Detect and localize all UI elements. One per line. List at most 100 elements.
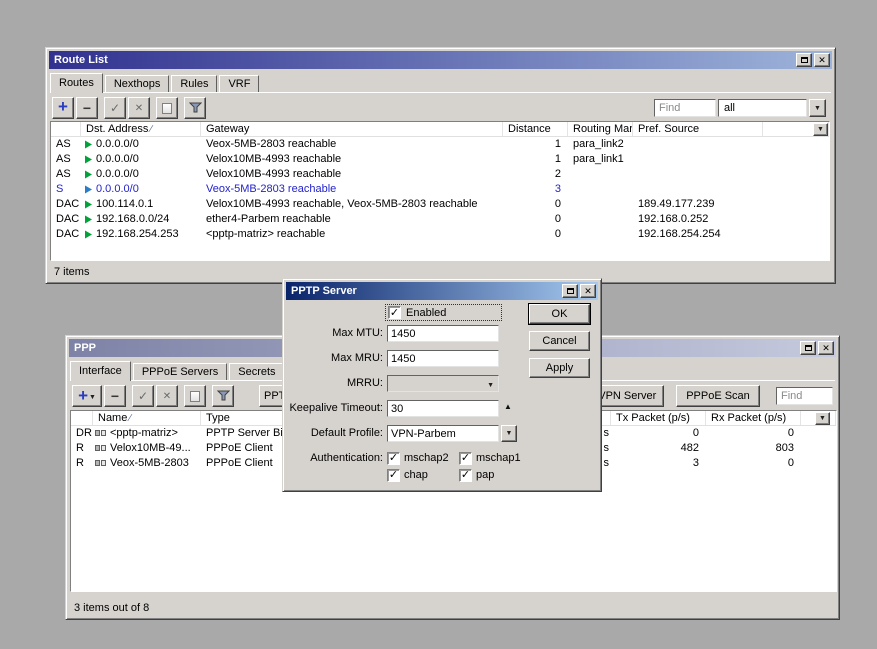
cell-dst: 100.114.0.1: [81, 197, 201, 212]
col-name[interactable]: Name: [93, 411, 201, 425]
apply-button[interactable]: Apply: [529, 358, 590, 378]
route-row[interactable]: DAC 192.168.254.253 <pptp-matriz> reacha…: [51, 227, 829, 242]
tab-rules[interactable]: Rules: [171, 75, 217, 92]
col-gateway[interactable]: Gateway: [201, 122, 503, 136]
maximize-icon: [567, 288, 574, 294]
tab-vrf[interactable]: VRF: [219, 75, 259, 92]
route-list-titlebar[interactable]: Route List: [49, 51, 832, 69]
cell-flags: AS: [51, 167, 81, 182]
cell-distance: 0: [503, 197, 568, 212]
enabled-checkbox[interactable]: [388, 306, 401, 319]
spinner-up-icon[interactable]: ▲: [504, 402, 512, 411]
enable-button[interactable]: [104, 97, 126, 119]
chap-checkbox[interactable]: [387, 469, 400, 482]
filter-scope-combo[interactable]: all: [718, 99, 807, 117]
col-distance[interactable]: Distance: [503, 122, 568, 136]
keepalive-field[interactable]: [387, 400, 499, 417]
col-rx-packet[interactable]: Rx Packet (p/s): [706, 411, 801, 425]
window-title: PPP: [74, 342, 96, 354]
cancel-button[interactable]: Cancel: [529, 331, 590, 351]
default-profile-field[interactable]: [387, 425, 499, 442]
cell-routing-mark: [568, 197, 633, 212]
route-list-window: Route List Routes Nexthops Rules VRF all…: [45, 47, 836, 284]
close-button[interactable]: [580, 284, 596, 298]
tab-pppoe-servers[interactable]: PPPoE Servers: [133, 363, 227, 380]
filter-button[interactable]: [184, 97, 206, 119]
maximize-button[interactable]: [800, 341, 816, 355]
window-title: PPTP Server: [291, 285, 357, 297]
enable-button[interactable]: [132, 385, 154, 407]
pppoe-scan-button[interactable]: PPPoE Scan: [676, 385, 760, 407]
route-row[interactable]: AS 0.0.0.0/0 Velox10MB-4993 reachable 2: [51, 167, 829, 182]
interface-icon: [95, 429, 107, 438]
add-button[interactable]: [52, 97, 74, 119]
col-pref-source[interactable]: Pref. Source: [633, 122, 763, 136]
find-input[interactable]: [776, 387, 833, 405]
comment-icon: [190, 391, 200, 402]
window-controls: [562, 284, 598, 298]
close-button[interactable]: [814, 53, 830, 67]
mschap2-checkbox[interactable]: [387, 452, 400, 465]
route-status: 7 items: [54, 266, 89, 278]
disable-button[interactable]: [128, 97, 150, 119]
auth-chap[interactable]: chap: [387, 468, 428, 482]
default-profile-dropdown-button[interactable]: [501, 425, 517, 442]
col-routing-mark[interactable]: Routing Mark: [568, 122, 633, 136]
filter-scope-dropdown-button[interactable]: [809, 99, 826, 117]
auth-pap[interactable]: pap: [459, 468, 494, 482]
cell-routing-mark: [568, 212, 633, 227]
cell-flags: AS: [51, 152, 81, 167]
maximize-icon: [805, 345, 812, 351]
ok-button[interactable]: OK: [529, 304, 590, 324]
col-tx-packet[interactable]: Tx Packet (p/s): [611, 411, 706, 425]
maximize-button[interactable]: [796, 53, 812, 67]
close-button[interactable]: [818, 341, 834, 355]
comment-button[interactable]: [156, 97, 178, 119]
tab-interface[interactable]: Interface: [70, 361, 131, 381]
auth-mschap2[interactable]: mschap2: [387, 451, 449, 465]
find-input[interactable]: [654, 99, 716, 117]
cell-distance: 2: [503, 167, 568, 182]
column-select-button[interactable]: [815, 412, 830, 425]
col-flags[interactable]: [71, 411, 93, 425]
auth-mschap1[interactable]: mschap1: [459, 451, 521, 465]
route-row[interactable]: AS 0.0.0.0/0 Veox-5MB-2803 reachable 1 p…: [51, 137, 829, 152]
max-mtu-field[interactable]: [387, 325, 499, 342]
cell-pref-source: [633, 167, 763, 182]
cell-dst: 192.168.254.253: [81, 227, 201, 242]
cell-flags: AS: [51, 137, 81, 152]
tab-nexthops[interactable]: Nexthops: [105, 75, 169, 92]
route-row[interactable]: DAC 100.114.0.1 Velox10MB-4993 reachable…: [51, 197, 829, 212]
cell-pref-source: 192.168.0.252: [633, 212, 763, 227]
remove-button[interactable]: [104, 385, 126, 407]
route-row[interactable]: AS 0.0.0.0/0 Velox10MB-4993 reachable 1 …: [51, 152, 829, 167]
col-dst-address[interactable]: Dst. Address: [81, 122, 201, 136]
mschap1-checkbox[interactable]: [459, 452, 472, 465]
max-mtu-label: Max MTU:: [283, 325, 383, 342]
maximize-button[interactable]: [562, 284, 578, 298]
enabled-checkbox-group[interactable]: Enabled: [385, 304, 502, 321]
pptp-titlebar[interactable]: PPTP Server: [286, 282, 598, 300]
tab-routes[interactable]: Routes: [50, 73, 103, 93]
maximize-icon: [801, 57, 808, 63]
comment-button[interactable]: [184, 385, 206, 407]
cell-rx: 803: [706, 441, 801, 456]
add-dropdown-button[interactable]: [72, 385, 102, 407]
col-flags[interactable]: [51, 122, 81, 136]
cell-distance: 1: [503, 137, 568, 152]
cell-routing-mark: para_link2: [568, 137, 633, 152]
disable-button[interactable]: [156, 385, 178, 407]
column-select-button[interactable]: [813, 123, 828, 136]
remove-button[interactable]: [76, 97, 98, 119]
chevron-down-icon: [487, 378, 494, 390]
route-row[interactable]: DAC 192.168.0.0/24 ether4-Parbem reachab…: [51, 212, 829, 227]
route-active-icon: [84, 155, 93, 164]
cell-flags: DAC: [51, 212, 81, 227]
max-mru-field[interactable]: [387, 350, 499, 367]
tab-secrets[interactable]: Secrets: [229, 363, 284, 380]
pap-checkbox[interactable]: [459, 469, 472, 482]
route-row-inactive[interactable]: S 0.0.0.0/0 Veox-5MB-2803 reachable 3: [51, 182, 829, 197]
filter-button[interactable]: [212, 385, 234, 407]
mrru-dropdown[interactable]: [387, 375, 499, 392]
default-profile-label: Default Profile:: [283, 425, 383, 442]
